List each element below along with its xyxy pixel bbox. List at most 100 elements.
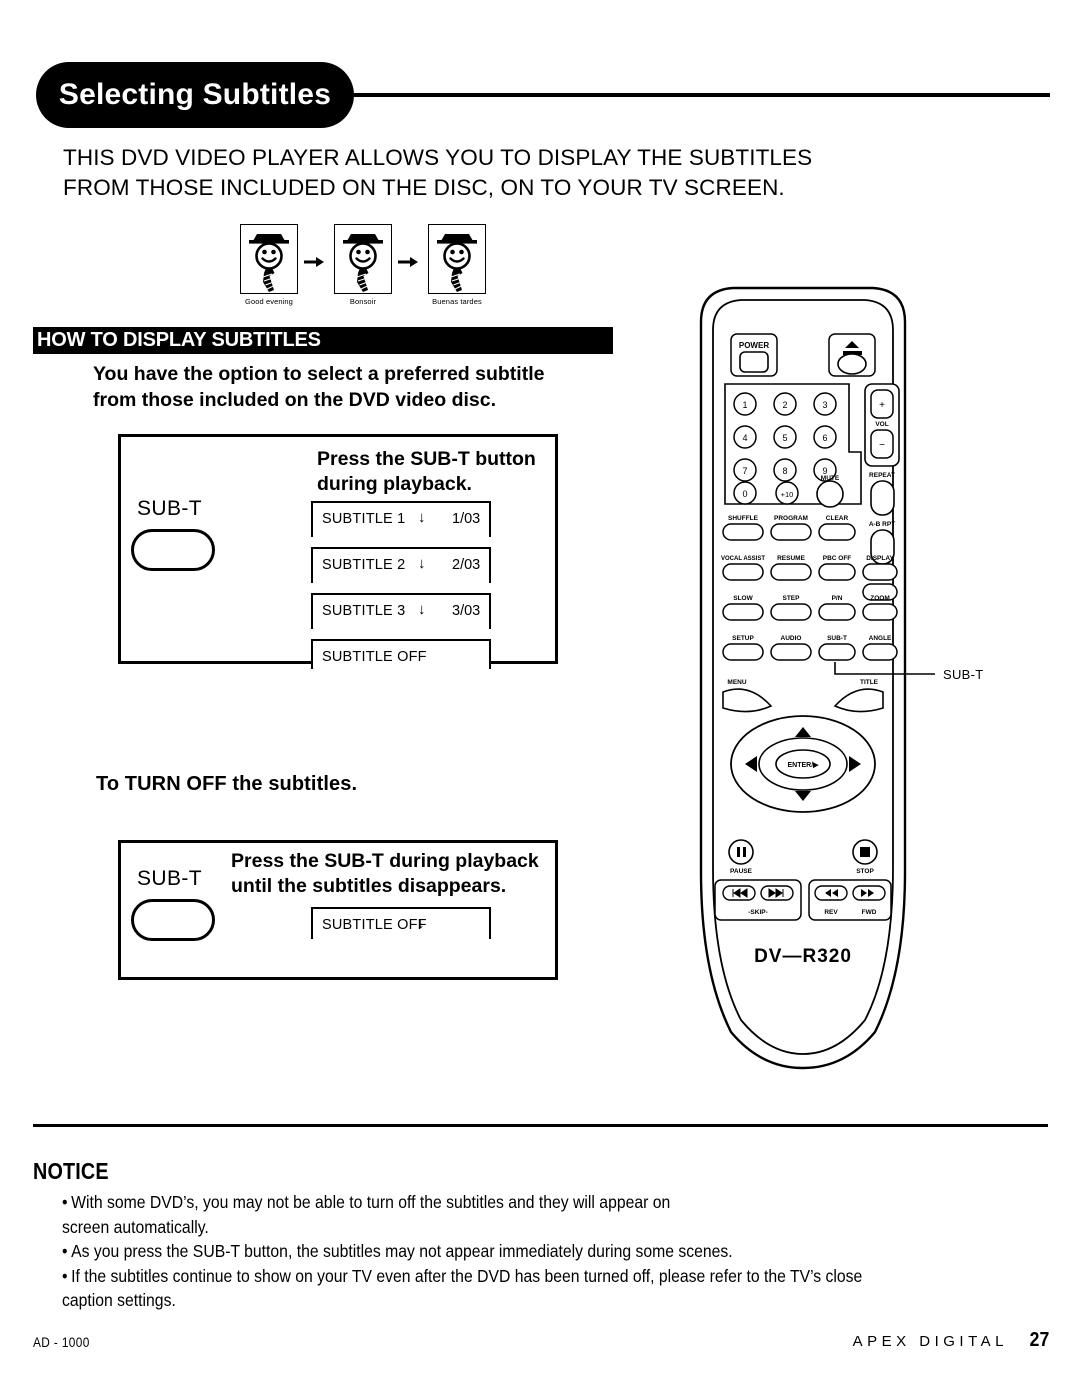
- osd-row-subtitle-1: SUBTITLE 1 ↓ 1/03: [311, 501, 491, 537]
- arrow-right-icon-2: [398, 256, 418, 268]
- pause-label: PAUSE: [730, 868, 753, 875]
- osd-label: SUBTITLE OFF: [322, 649, 427, 665]
- clear-label: CLEAR: [826, 515, 849, 522]
- fwd-label: FWD: [862, 909, 877, 916]
- osd-count: 1/03: [452, 511, 481, 527]
- arrow-down-icon: ↓: [418, 555, 426, 572]
- footer-page-number: 27: [1029, 1329, 1049, 1351]
- zoom-label: ZOOM: [870, 595, 890, 602]
- sub-t-key-label-2: SUB-T: [137, 867, 202, 890]
- display-button[interactable]: [862, 563, 898, 581]
- section-heading: HOW TO DISPLAY SUBTITLES: [37, 329, 321, 351]
- program-label: PROGRAM: [774, 515, 808, 522]
- bullet-icon: •: [62, 1265, 68, 1286]
- sub-t-key-button[interactable]: [131, 529, 215, 571]
- footer-brand: APEX DIGITAL: [852, 1333, 1008, 1350]
- notice-list: • With some DVD’s, you may not be able to…: [62, 1190, 1052, 1313]
- program-button[interactable]: [770, 523, 812, 541]
- key-2-label: 2: [782, 400, 787, 410]
- key-0-label: 0: [742, 489, 747, 499]
- pause-button[interactable]: [728, 839, 754, 865]
- repeat-button-label: REPEAT: [869, 472, 895, 479]
- rev-label: REV: [824, 909, 838, 916]
- osd-row-subtitle-off: SUBTITLE OFF: [311, 639, 491, 669]
- setup-label: SETUP: [732, 635, 754, 642]
- key-7-label: 7: [742, 466, 747, 476]
- power-button-label: POWER: [739, 341, 769, 350]
- power-button[interactable]: [739, 351, 769, 373]
- mute-button[interactable]: [816, 480, 844, 508]
- arrow-down-icon: ↓: [417, 915, 425, 932]
- remote-model-name: DV—R320: [754, 946, 852, 967]
- setup-button[interactable]: [722, 643, 764, 661]
- illustration-panel-2: Bonsoir: [332, 224, 394, 306]
- clear-button[interactable]: [818, 523, 856, 541]
- osd-count: 2/03: [452, 557, 481, 573]
- osd-label: SUBTITLE 1: [322, 511, 406, 527]
- notice-item-text: As you press the SUB-T button, the subti…: [71, 1241, 733, 1261]
- arrow-down-icon: ↓: [418, 509, 426, 526]
- osd-label: SUBTITLE 3: [322, 603, 406, 619]
- title-label: TITLE: [860, 679, 879, 686]
- vocal-assist-button[interactable]: [722, 563, 764, 581]
- step-label: STEP: [783, 595, 801, 602]
- volume-down-label: −: [879, 440, 885, 451]
- resume-label: RESUME: [777, 555, 805, 562]
- face-figure-3: [428, 224, 486, 294]
- volume-up-label: +: [879, 400, 885, 411]
- step-turn-off-subtitles: SUB-T Press the SUB-T during playback un…: [118, 840, 558, 980]
- audio-label: AUDIO: [781, 635, 802, 642]
- subtitle-illustration: Good evening Bonsoir Buenas tardes: [238, 224, 528, 324]
- arrow-right-icon-1: [304, 256, 324, 268]
- face-figure-2: [334, 224, 392, 294]
- slow-button[interactable]: [722, 603, 764, 621]
- pause-icon-bar-2: [743, 847, 746, 857]
- audio-button[interactable]: [770, 643, 812, 661]
- key-5-label: 5: [782, 433, 787, 443]
- osd-row-subtitle-3: SUBTITLE 3 ↓ 3/03: [311, 593, 491, 629]
- sub-t-callout-label: SUB-T: [943, 667, 984, 682]
- osd-count: 3/03: [452, 603, 481, 619]
- shuffle-button[interactable]: [722, 523, 764, 541]
- bullet-icon: •: [62, 1192, 68, 1212]
- title-rule: [352, 93, 1050, 97]
- key-3-label: 3: [822, 400, 827, 410]
- manual-page: Selecting Subtitles THIS DVD VIDEO PLAYE…: [0, 0, 1080, 1397]
- face-icon: [437, 234, 477, 292]
- vocal-assist-label: VOCAL ASSIST: [721, 556, 765, 562]
- step-display-subtitles: SUB-T Press the SUB-T button during play…: [118, 434, 558, 669]
- slow-label: SLOW: [733, 595, 753, 602]
- step1-instruction: Press the SUB-T button during playback.: [317, 448, 536, 495]
- turnoff-heading: To TURN OFF the subtitles.: [96, 773, 358, 795]
- illustration-panel-3: Buenas tardes: [426, 224, 488, 306]
- step2-instruction: Press the SUB-T during playback until th…: [231, 850, 539, 897]
- stop-icon: [860, 847, 870, 857]
- shuffle-label: SHUFFLE: [728, 515, 759, 522]
- key-6-label: 6: [822, 433, 827, 443]
- notice-item: • If the subtitles continue to show on yo…: [62, 1264, 953, 1313]
- sub-t-remote-button[interactable]: [818, 643, 856, 661]
- enter-button-label: ENTER/▶: [787, 762, 819, 769]
- panel-caption: Good evening: [245, 297, 293, 306]
- key-plus10-label: +10: [781, 490, 794, 499]
- remote-control-illustration: POWER 1 2 3 4 5 6 7 8 9 0 +10 MUTE + VOL…: [665, 272, 935, 1072]
- zoom-button[interactable]: [862, 603, 898, 621]
- pn-button[interactable]: [818, 603, 856, 621]
- bullet-icon: •: [62, 1241, 68, 1261]
- pause-icon-bar-1: [737, 847, 740, 857]
- key-8-label: 8: [782, 466, 787, 476]
- stop-label: STOP: [856, 868, 874, 875]
- step-button[interactable]: [770, 603, 812, 621]
- resume-button[interactable]: [770, 563, 812, 581]
- section-lead: You have the option to select a preferre…: [93, 363, 545, 411]
- angle-label: ANGLE: [869, 635, 892, 642]
- pbc-off-button[interactable]: [818, 563, 856, 581]
- angle-button[interactable]: [862, 643, 898, 661]
- repeat-button[interactable]: [870, 480, 895, 516]
- arrow-down-icon: ↓: [418, 601, 426, 618]
- sub-t-key-button-2[interactable]: [131, 899, 215, 941]
- eject-button[interactable]: [837, 353, 867, 375]
- panel-caption: Bonsoir: [349, 297, 377, 306]
- illustration-panel-1: Good evening: [238, 224, 300, 306]
- display-label: DISPLAY: [866, 555, 894, 562]
